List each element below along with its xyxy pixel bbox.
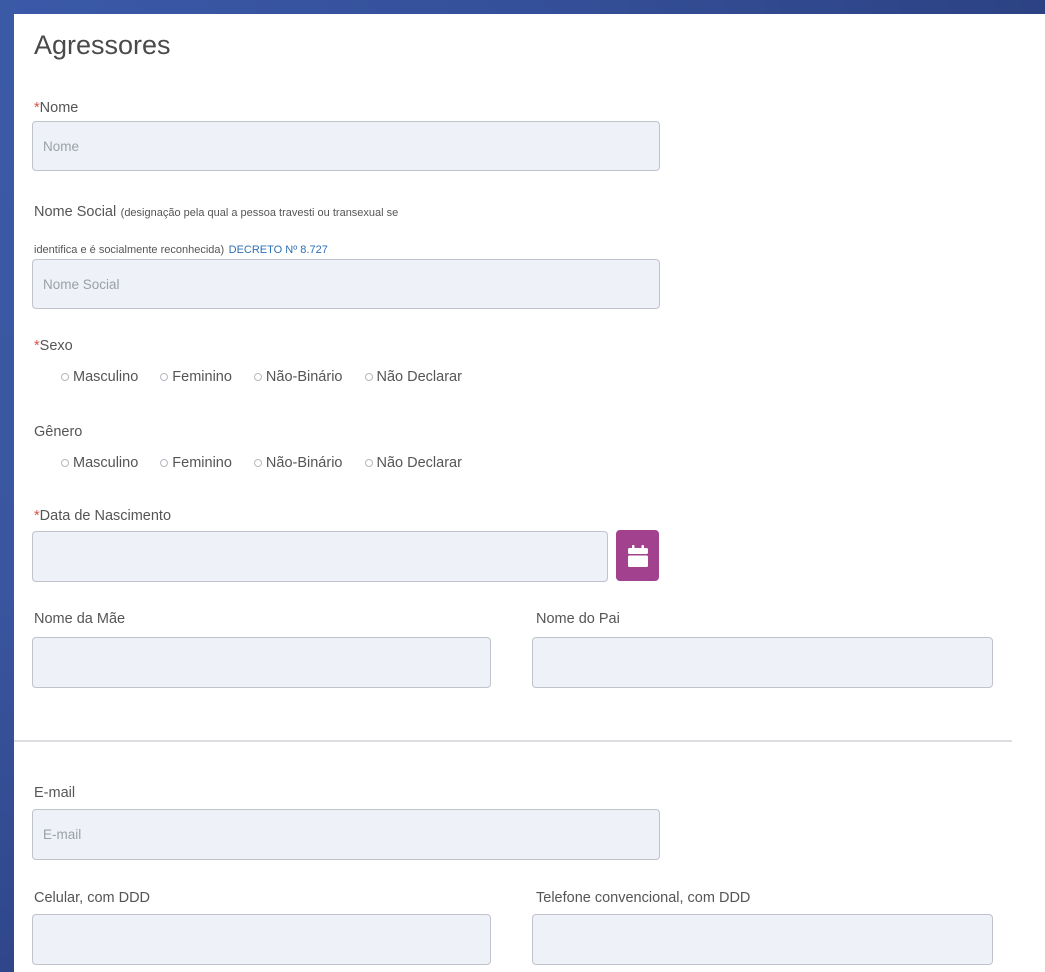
window-left-border <box>0 0 14 972</box>
radio-circle-icon[interactable] <box>364 459 373 467</box>
data-nascimento-input[interactable] <box>32 531 608 582</box>
radio-circle-icon[interactable] <box>61 373 69 381</box>
section-divider <box>14 740 1012 742</box>
sexo-option-masculino[interactable]: Masculino <box>61 369 138 385</box>
nome-mae-input[interactable] <box>32 637 491 688</box>
section-title: Agressores <box>34 30 171 60</box>
sexo-option-feminino[interactable]: Feminino <box>160 369 232 385</box>
nome-social-hint-row: identifica e é socialmente reconhecida) … <box>34 240 328 258</box>
decreto-link[interactable]: DECRETO Nº 8.727 <box>229 244 328 256</box>
nome-pai-input[interactable] <box>532 637 993 688</box>
nome-social-input[interactable] <box>32 259 660 309</box>
calendar-icon <box>627 544 648 567</box>
genero-option-nao-declarar[interactable]: Não Declarar <box>364 455 462 471</box>
sexo-option-nao-declarar[interactable]: Não Declarar <box>364 369 462 385</box>
nome-social-label-row: Nome Social (designação pela qual a pess… <box>34 203 398 221</box>
nome-input[interactable] <box>32 121 660 171</box>
calendar-button[interactable] <box>616 530 659 581</box>
nome-social-hint-cont: identifica e é socialmente reconhecida) <box>34 244 225 256</box>
nome-mae-label: Nome da Mãe <box>34 611 126 627</box>
radio-circle-icon[interactable] <box>364 373 373 381</box>
email-label: E-mail <box>34 785 76 801</box>
sexo-option-nao-binario[interactable]: Não-Binário <box>253 369 343 385</box>
genero-option-nao-binario[interactable]: Não-Binário <box>253 455 343 471</box>
window-top-border <box>0 0 1045 14</box>
celular-input[interactable] <box>32 914 491 965</box>
celular-label: Celular, com DDD <box>34 890 151 906</box>
email-input[interactable] <box>32 809 660 860</box>
nome-pai-label: Nome do Pai <box>536 611 620 627</box>
radio-circle-icon[interactable] <box>160 459 169 467</box>
radio-circle-icon[interactable] <box>253 373 262 381</box>
nome-social-label: Nome Social <box>34 204 117 220</box>
sexo-radio-group: Masculino Feminino Não-Binário Não Decla… <box>61 369 484 385</box>
genero-option-masculino[interactable]: Masculino <box>61 455 138 471</box>
radio-circle-icon[interactable] <box>160 373 169 381</box>
telefone-input[interactable] <box>532 914 993 965</box>
radio-circle-icon[interactable] <box>61 459 69 467</box>
nome-social-hint: (designação pela qual a pessoa travesti … <box>120 207 399 219</box>
form-panel: Agressores *Nome Nome Social (designação… <box>14 14 1045 972</box>
genero-option-feminino[interactable]: Feminino <box>160 455 232 471</box>
data-nascimento-label: *Data de Nascimento <box>34 508 172 524</box>
genero-radio-group: Masculino Feminino Não-Binário Não Decla… <box>61 455 484 471</box>
radio-circle-icon[interactable] <box>253 459 262 467</box>
genero-label: Gênero <box>34 424 83 440</box>
telefone-label: Telefone convencional, com DDD <box>536 890 751 906</box>
sexo-label: *Sexo <box>34 338 73 354</box>
nome-label: *Nome <box>34 100 79 116</box>
